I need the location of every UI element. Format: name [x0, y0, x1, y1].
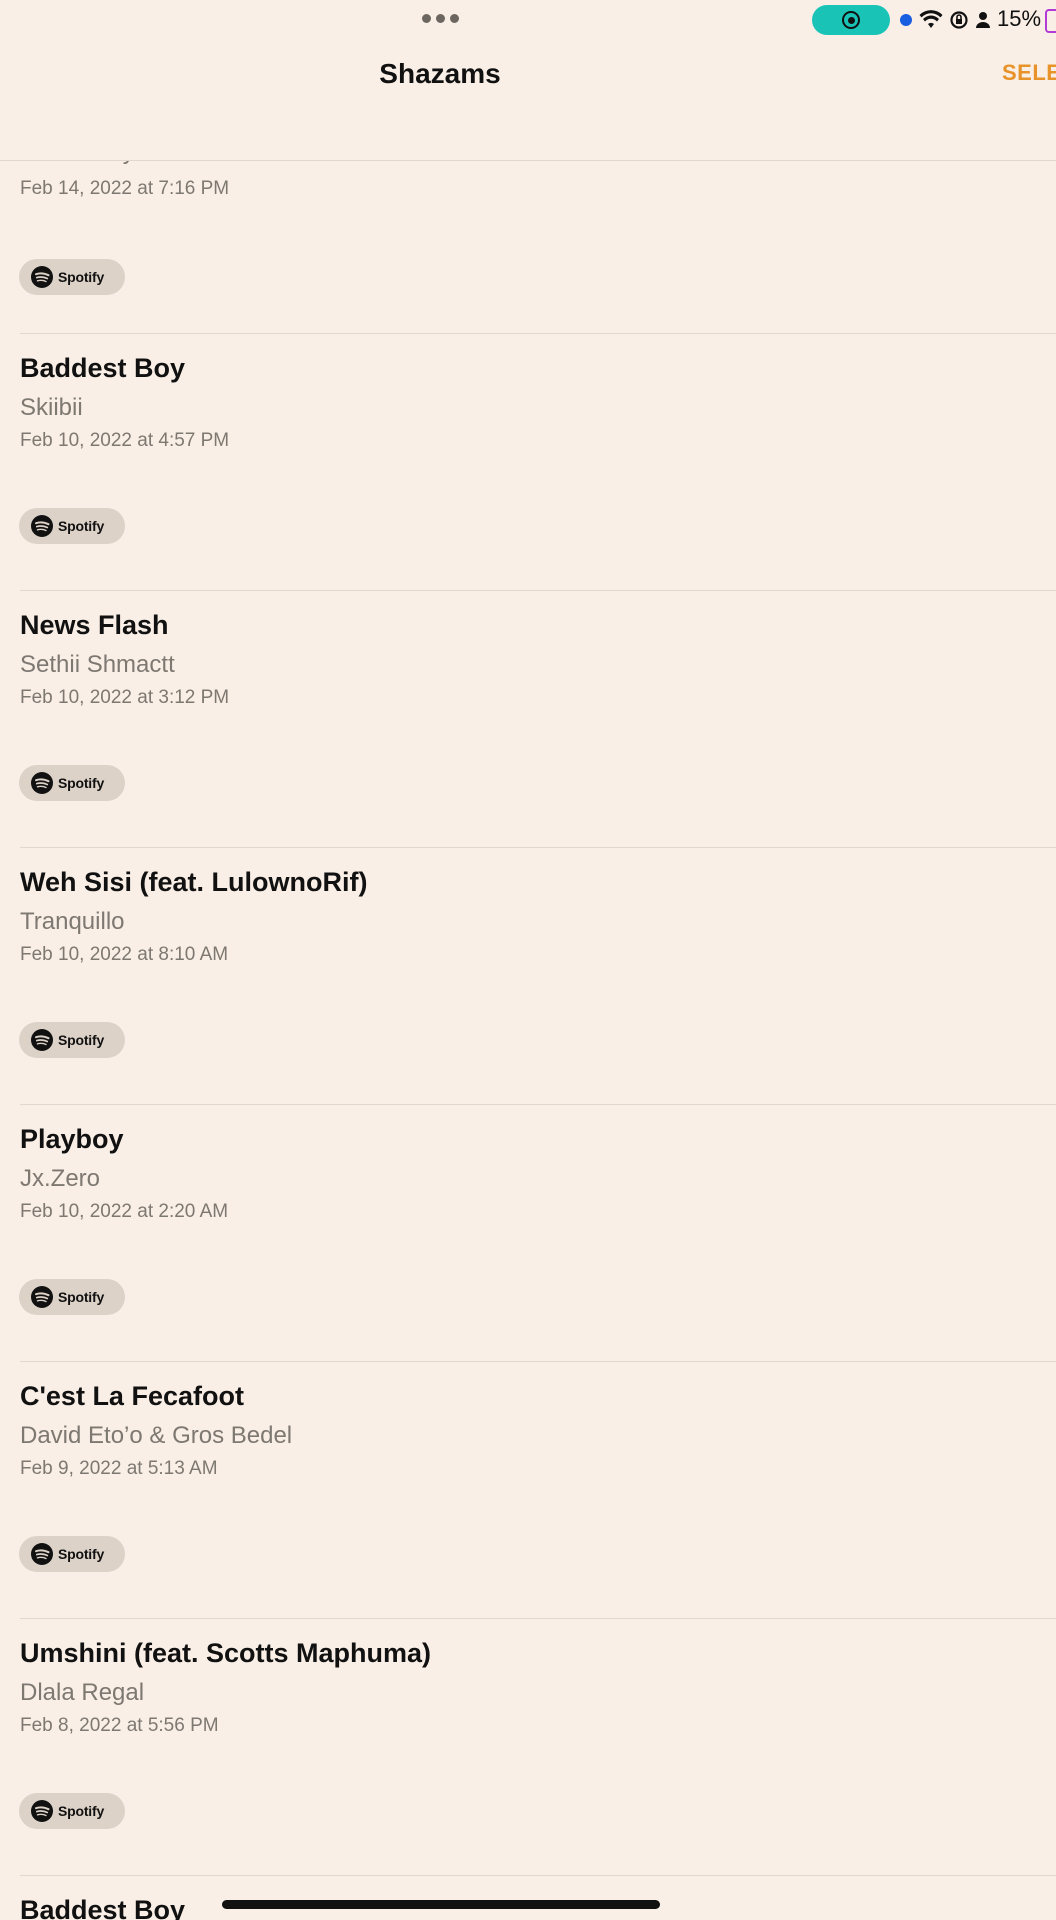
list-item[interactable]: C'est La Fecafoot David Eto’o & Gros Bed… — [0, 1362, 1056, 1619]
song-date: Feb 10, 2022 at 4:57 PM — [20, 430, 230, 451]
list-item[interactable]: Weh Sisi (feat. LulownoRif) Tranquillo F… — [0, 848, 1056, 1105]
list-item[interactable]: Playboy Jx.Zero Feb 10, 2022 at 2:20 AM … — [0, 1105, 1056, 1362]
song-title: Weh Sisi (feat. LulownoRif) — [20, 867, 368, 897]
song-date: Feb 10, 2022 at 8:10 AM — [20, 944, 229, 965]
list-item[interactable]: Baddest Boy — [0, 1876, 1056, 1920]
home-indicator[interactable] — [222, 1900, 660, 1909]
spotify-label: Spotify — [58, 269, 105, 285]
list-item[interactable]: Baddest Boy Skiibii Feb 10, 2022 at 4:57… — [0, 334, 1056, 591]
spotify-button[interactable]: Spotify — [19, 1022, 125, 1058]
spotify-icon — [31, 266, 53, 288]
spotify-button[interactable]: Spotify — [19, 259, 125, 295]
song-title: C'est La Fecafoot — [20, 1381, 244, 1411]
spotify-icon — [31, 1543, 53, 1565]
song-artist: David Eto’o & Gros Bedel — [20, 1422, 293, 1449]
song-title: Playboy — [20, 1124, 124, 1154]
song-artist: Dlala Regal — [20, 1679, 145, 1706]
list-item[interactable]: Umshini (feat. Scotts Maphuma) Dlala Reg… — [0, 1619, 1056, 1876]
spotify-label: Spotify — [58, 1803, 105, 1819]
song-artist: Skiibii — [20, 394, 83, 421]
spotify-label: Spotify — [58, 775, 105, 791]
song-artist: Sethii Shmactt — [20, 651, 175, 678]
song-date: Feb 9, 2022 at 5:13 AM — [20, 1458, 218, 1479]
list-item[interactable]: News Flash Sethii Shmactt Feb 10, 2022 a… — [0, 591, 1056, 848]
spotify-button[interactable]: Spotify — [19, 508, 125, 544]
song-date: Feb 14, 2022 at 7:16 PM — [20, 178, 230, 199]
spotify-button[interactable]: Spotify — [19, 1536, 125, 1572]
spotify-icon — [31, 515, 53, 537]
song-date: Feb 10, 2022 at 2:20 AM — [20, 1201, 229, 1222]
song-artist: Jx.Zero — [20, 1165, 101, 1192]
navigation-bar: Shazams SELE — [0, 40, 1056, 161]
select-button[interactable]: SELE — [1002, 60, 1056, 86]
spotify-label: Spotify — [58, 518, 105, 534]
page-title: Shazams — [379, 58, 501, 89]
song-artist: Tranquillo — [20, 908, 125, 935]
spotify-icon — [31, 1029, 53, 1051]
spotify-label: Spotify — [58, 1289, 105, 1305]
spotify-button[interactable]: Spotify — [19, 765, 125, 801]
shazam-list: Zinoleesky Feb 14, 2022 at 7:16 PM Spoti… — [0, 0, 1056, 1920]
song-date: Feb 10, 2022 at 3:12 PM — [20, 687, 230, 708]
spotify-button[interactable]: Spotify — [19, 1793, 125, 1829]
spotify-button[interactable]: Spotify — [19, 1279, 125, 1315]
spotify-label: Spotify — [58, 1546, 105, 1562]
song-date: Feb 8, 2022 at 5:56 PM — [20, 1715, 219, 1736]
song-title: Baddest Boy — [20, 353, 186, 383]
song-title: Umshini (feat. Scotts Maphuma) — [20, 1638, 432, 1668]
song-title: News Flash — [20, 610, 169, 640]
spotify-label: Spotify — [58, 1032, 105, 1048]
spotify-icon — [31, 772, 53, 794]
spotify-icon — [31, 1800, 53, 1822]
song-title: Baddest Boy — [20, 1895, 186, 1920]
spotify-icon — [31, 1286, 53, 1308]
